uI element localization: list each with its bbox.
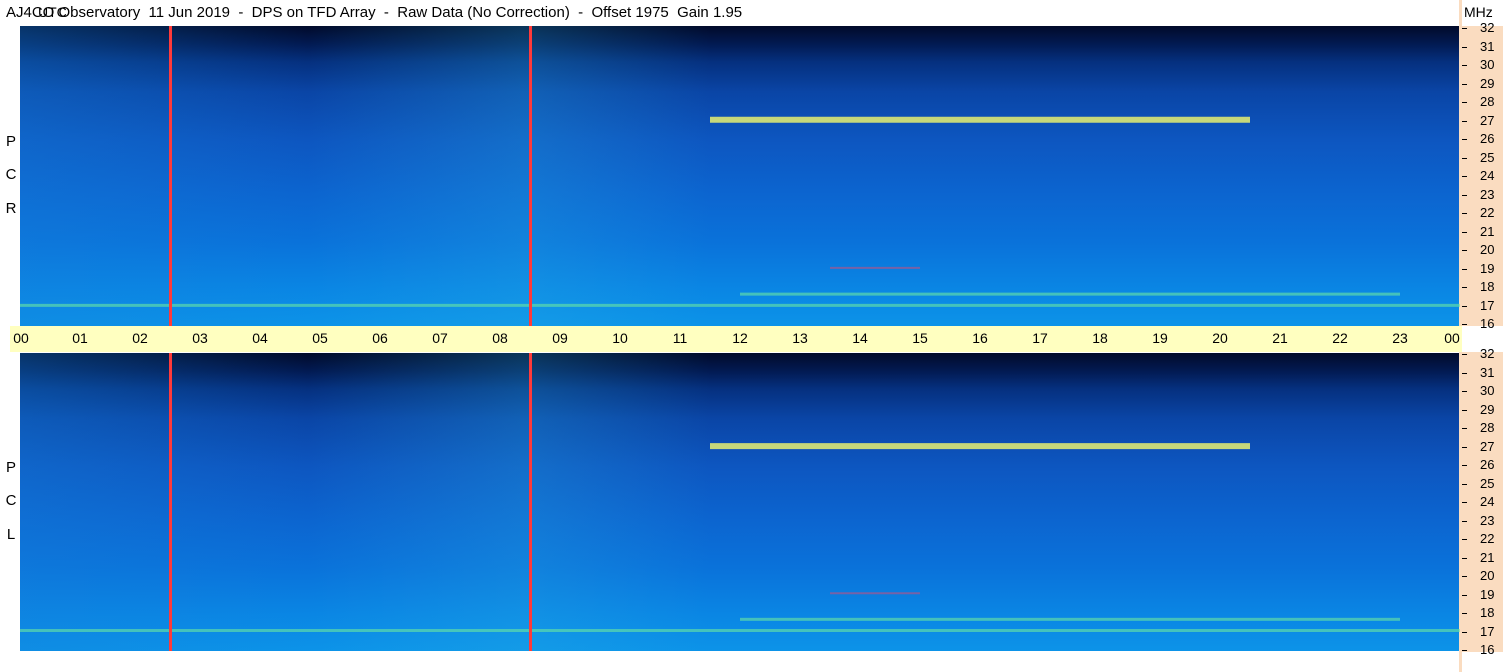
emission-band-lcp: [740, 617, 1400, 621]
emission-band-rcp: [740, 292, 1400, 296]
utc-marker-line: [529, 26, 532, 326]
emission-band-rcp: [830, 266, 920, 269]
utc-marker-line: [169, 26, 172, 326]
emission-band-rcp: [710, 116, 1250, 123]
emission-band-lcp: [830, 592, 920, 595]
emission-band-lcp: [20, 629, 1460, 633]
utc-marker-line: [529, 353, 532, 651]
emission-band-rcp: [20, 303, 1460, 307]
spectrogram-features: [20, 26, 1460, 651]
emission-band-lcp: [710, 443, 1250, 450]
utc-marker-line: [169, 353, 172, 651]
